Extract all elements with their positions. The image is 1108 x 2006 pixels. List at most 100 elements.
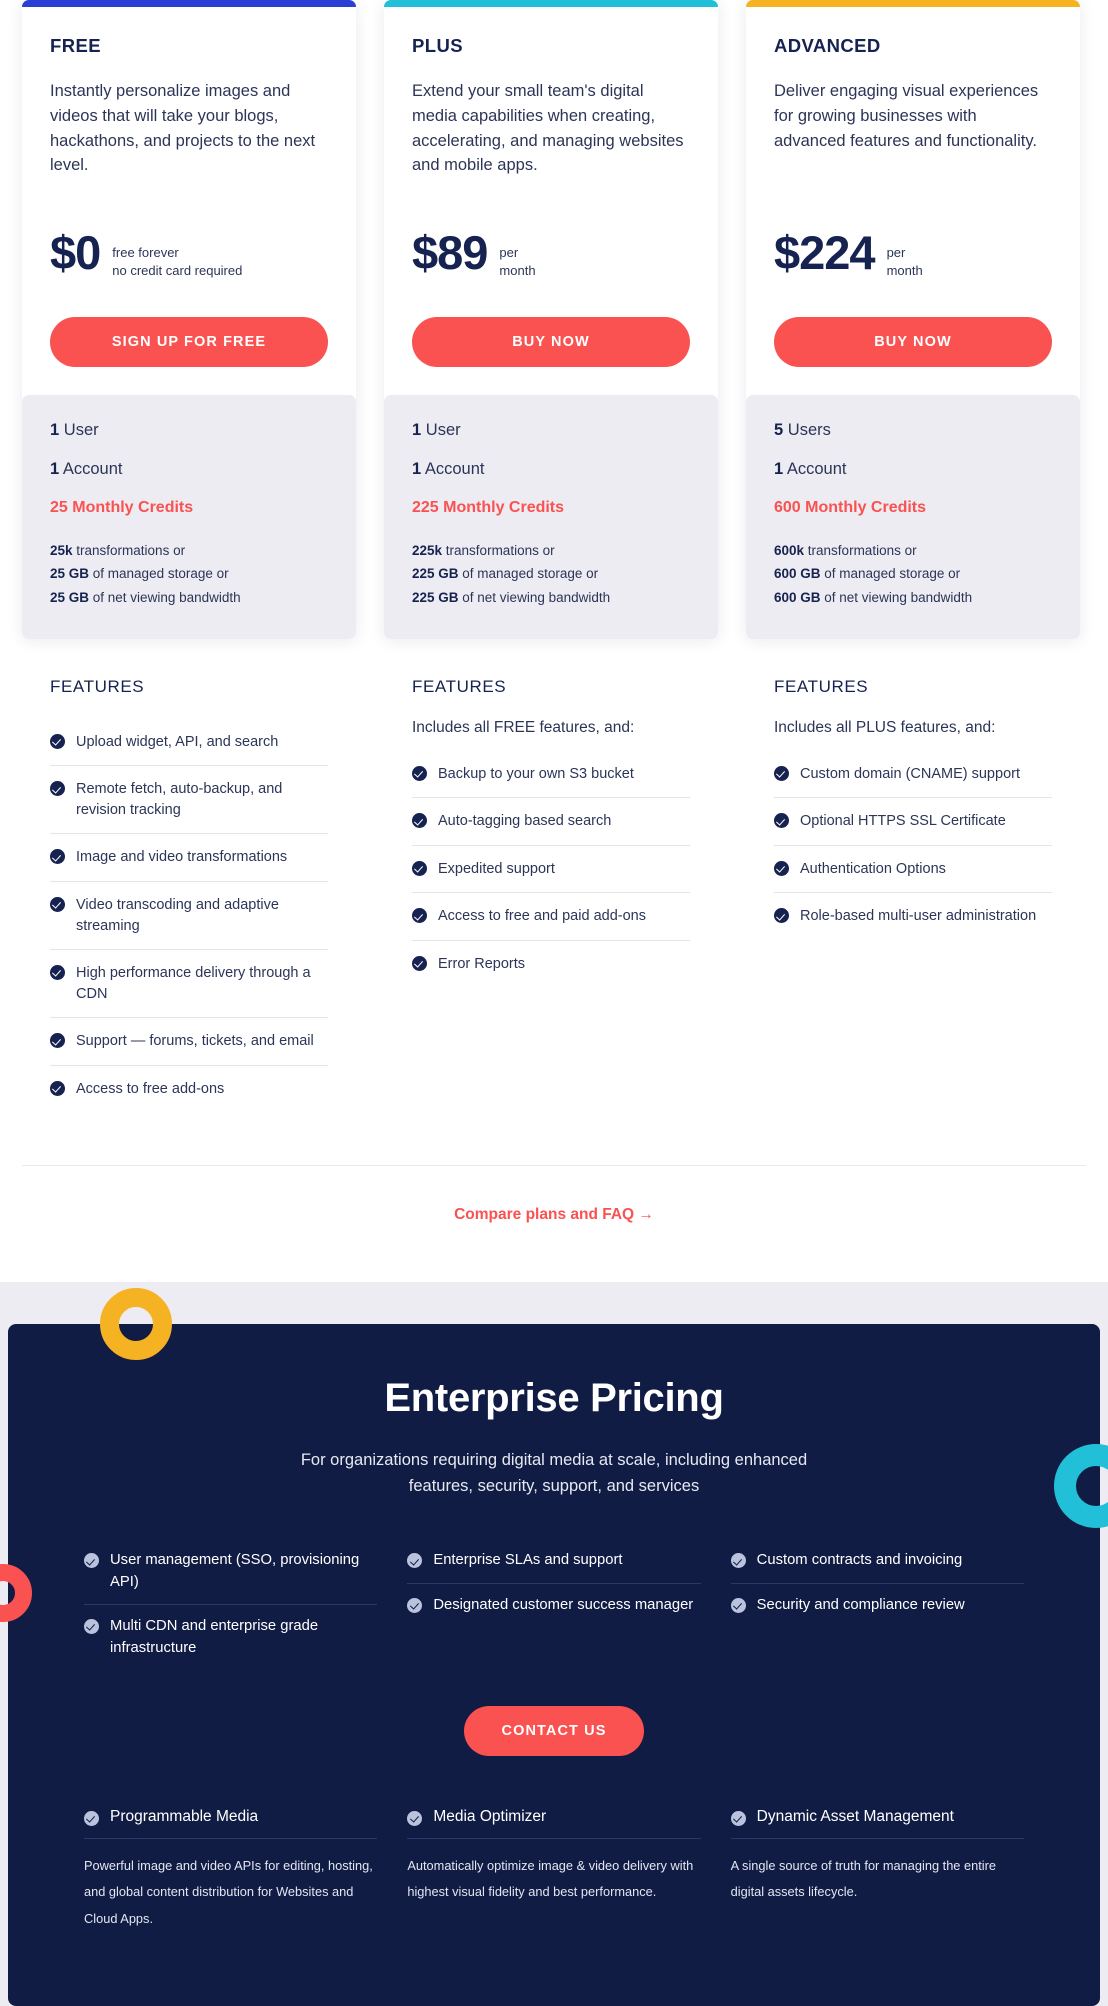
enterprise-feature-label: User management (SSO, provisioning API) xyxy=(110,1552,360,1590)
enterprise-title: Enterprise Pricing xyxy=(384,1375,724,1420)
features-title: FEATURES xyxy=(774,676,869,696)
plan-specs: 1 User 1 Account 225 Monthly Credits 225k t… xyxy=(384,395,718,639)
enterprise-feature-item: Multi CDN and enterprise grade infrastru… xyxy=(84,1605,377,1670)
enterprise-feature-item: Enterprise SLAs and support xyxy=(407,1539,701,1584)
check-circle-icon xyxy=(407,1553,423,1569)
spec-users-value: 5 xyxy=(774,421,784,440)
compare-plans-row: Compare plans and FAQ → xyxy=(0,1166,1108,1282)
features-title: FEATURES xyxy=(412,676,507,696)
plan-features-block: FEATURES Includes all PLUS features, and:… xyxy=(746,639,1080,940)
features-list: Custom domain (CNAME) support Optional HT… xyxy=(774,751,1052,940)
spec-detail-text: of net viewing bandwidth xyxy=(820,589,973,605)
check-circle-icon xyxy=(730,1553,746,1569)
enterprise-features-columns: User management (SSO, provisioning API) M… xyxy=(8,1539,1100,1670)
check-circle-icon xyxy=(407,1811,423,1827)
check-circle-icon xyxy=(774,813,789,829)
pricing-plans-section: FREE Instantly personalize images and vid… xyxy=(0,0,1108,1282)
check-circle-icon xyxy=(50,1080,65,1096)
plan-name: PLUS xyxy=(412,35,463,56)
check-circle-icon xyxy=(412,908,427,924)
check-circle-icon xyxy=(730,1811,746,1827)
enterprise-feature-item: User management (SSO, provisioning API) xyxy=(84,1539,378,1606)
check-circle-icon xyxy=(50,897,65,913)
check-circle-icon xyxy=(84,1619,99,1635)
plan-specs: 1 User 1 Account 25 Monthly Credits 25k tra… xyxy=(22,395,356,639)
feature-item: Access to free and paid add-ons xyxy=(412,893,690,942)
enterprise-product-column: Programmable Media Powerful image and vid… xyxy=(84,1808,378,1932)
contact-us-button[interactable]: CONTACT US xyxy=(463,1706,645,1757)
plan-price-amount: $89 xyxy=(412,226,488,279)
check-circle-icon xyxy=(50,1033,65,1049)
feature-item: Upload widget, API, and search xyxy=(50,719,328,767)
plan-cta-button[interactable]: SIGN UP FOR FREE xyxy=(50,317,328,368)
check-circle-icon xyxy=(412,765,427,781)
spec-detail-line: 225k transformations or xyxy=(412,539,690,562)
plan-price-row: $0 free forever no credit card required xyxy=(50,229,328,291)
check-circle-icon xyxy=(50,849,65,865)
spec-detail-value: 225 GB xyxy=(412,589,459,605)
feature-item: Custom domain (CNAME) support xyxy=(774,751,1052,799)
spec-users-label: User xyxy=(425,421,461,440)
feature-label: Role-based multi-user administration xyxy=(800,908,1037,925)
spec-detail-line: 225 GB of net viewing bandwidth xyxy=(412,586,690,609)
plan-cta-button[interactable]: BUY NOW xyxy=(412,317,690,368)
spec-accounts-label: Account xyxy=(786,460,847,479)
spec-detail-text: of managed storage or xyxy=(89,566,229,582)
enterprise-feature-item: Security and compliance review xyxy=(730,1584,1024,1627)
enterprise-section: Enterprise Pricing For organizations req… xyxy=(0,1287,1108,2006)
feature-item: Image and video transformations xyxy=(50,834,328,883)
feature-label: Expedited support xyxy=(438,860,555,877)
feature-label: Auto-tagging based search xyxy=(438,813,612,830)
spec-users-value: 1 xyxy=(412,421,422,440)
spec-users-label: Users xyxy=(787,421,831,440)
spec-detail-text: transformations or xyxy=(442,543,555,559)
plan-name: FREE xyxy=(50,35,101,56)
features-intro: Includes all PLUS features, and: xyxy=(774,718,996,736)
check-circle-icon xyxy=(84,1811,99,1827)
feature-item: Video transcoding and adaptive streaming xyxy=(50,882,328,951)
check-circle-icon xyxy=(50,781,65,797)
spec-monthly-credits: 25 Monthly Credits xyxy=(50,499,194,517)
spec-detail-value: 600 GB xyxy=(774,589,821,605)
feature-item: Backup to your own S3 bucket xyxy=(412,751,690,799)
spec-accounts: 1 Account xyxy=(412,460,690,479)
enterprise-product-column: Dynamic Asset Management A single source … xyxy=(730,1808,1024,1905)
feature-item: Role-based multi-user administration xyxy=(774,893,1052,940)
enterprise-product-column: Media Optimizer Automatically optimize im… xyxy=(407,1808,701,1905)
spec-detail-text: transformations or xyxy=(72,543,186,559)
check-circle-icon xyxy=(412,813,427,829)
enterprise-product-description: Powerful image and video APIs for editin… xyxy=(84,1858,373,1926)
spec-detail-value: 225 GB xyxy=(412,566,459,582)
spec-detail-value: 225k xyxy=(412,543,443,559)
enterprise-product-header: Dynamic Asset Management xyxy=(730,1808,1024,1840)
plan-price-note: free forever no credit card required xyxy=(112,245,243,278)
plan-price-row: $89 per month xyxy=(412,229,690,291)
plan-card: ADVANCED Deliver engaging visual experien… xyxy=(746,0,1080,639)
enterprise-product-title: Programmable Media xyxy=(110,1808,259,1826)
enterprise-products-columns: Programmable Media Powerful image and vid… xyxy=(8,1808,1100,1966)
spec-detail-line: 25k transformations or xyxy=(50,539,328,562)
plan-cta-button[interactable]: BUY NOW xyxy=(774,317,1052,368)
plan-column-advanced: ADVANCED Deliver engaging visual experien… xyxy=(746,0,1080,940)
enterprise-product-title: Dynamic Asset Management xyxy=(756,1808,954,1826)
check-circle-icon xyxy=(50,733,65,749)
features-list: Backup to your own S3 bucket Auto-tagging… xyxy=(412,751,690,988)
check-circle-icon xyxy=(84,1553,99,1569)
plan-specs: 5 Users 1 Account 600 Monthly Credits 600k … xyxy=(746,395,1080,639)
spec-users: 5 Users xyxy=(774,421,1052,440)
plan-card: PLUS Extend your small team's digital med… xyxy=(384,0,718,639)
features-title: FEATURES xyxy=(50,676,145,696)
spec-detail-line: 25 GB of managed storage or xyxy=(50,562,328,585)
spec-detail-text: of managed storage or xyxy=(820,566,961,582)
compare-plans-link[interactable]: Compare plans and FAQ → xyxy=(454,1206,654,1223)
check-circle-icon xyxy=(50,965,65,981)
plan-column-free: FREE Instantly personalize images and vid… xyxy=(22,0,356,1113)
enterprise-product-description: A single source of truth for managing th… xyxy=(730,1858,996,1900)
plan-price-row: $224 per month xyxy=(774,229,1052,291)
enterprise-product-title: Media Optimizer xyxy=(433,1808,547,1826)
enterprise-outer: Enterprise Pricing For organizations req… xyxy=(0,1287,1108,2006)
cyan-donut-icon xyxy=(1054,1443,1108,1528)
check-circle-icon xyxy=(730,1597,746,1613)
spec-detail-value: 25 GB xyxy=(50,566,90,582)
enterprise-feature-column: Custom contracts and invoicing Security a… xyxy=(730,1539,1024,1627)
